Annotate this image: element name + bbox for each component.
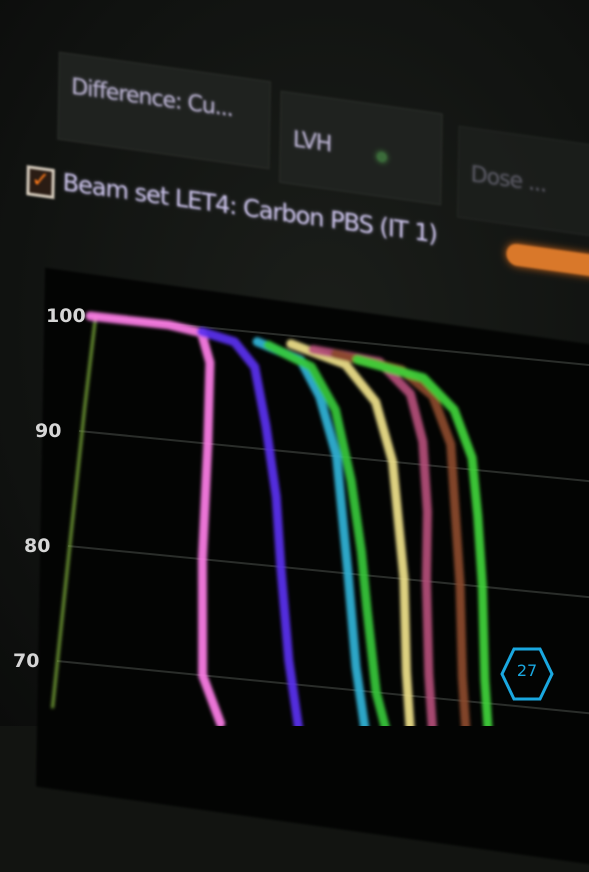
y-tick-label: 80 xyxy=(24,535,50,557)
y-tick-label: 70 xyxy=(13,650,39,672)
page-number: 27 xyxy=(516,661,538,680)
dvh-series-line-1 xyxy=(51,315,98,709)
y-tick-label: 100 xyxy=(46,305,86,327)
screen-photo: Difference: Cu... LVH Dose ... ✓ Beam se… xyxy=(0,0,589,871)
chart-series-group xyxy=(51,311,493,726)
dvh-series-line-2 xyxy=(85,311,226,726)
dvh-series-line-4 xyxy=(252,337,370,726)
dvh-series-line-3 xyxy=(197,327,303,726)
dvh-series-line-6 xyxy=(286,339,415,726)
y-tick-label: 90 xyxy=(35,420,61,442)
dvh-chart: 100 90 80 70 xyxy=(13,305,589,726)
gridline xyxy=(67,545,589,599)
